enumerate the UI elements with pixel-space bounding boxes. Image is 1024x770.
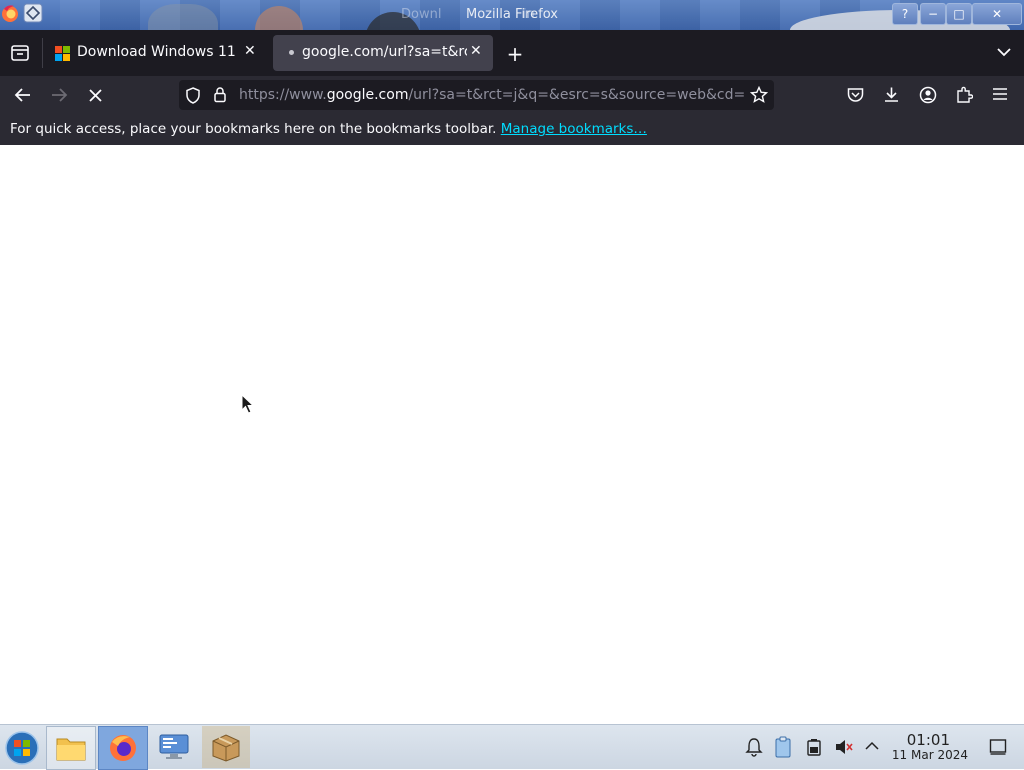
package-archive-icon [212,734,240,762]
taskbar-firefox[interactable] [98,726,148,770]
navigation-toolbar: https://www.google.com/url?sa=t&rct=j&q=… [0,76,1024,114]
taskbar-file-manager[interactable] [46,726,96,770]
account-icon[interactable] [919,86,937,104]
maximize-button[interactable]: □ [946,3,972,25]
page-content-area[interactable] [0,145,1024,724]
pocket-icon[interactable] [847,87,864,103]
notification-bell-icon[interactable] [744,737,764,757]
window-title-bar[interactable]: Downl Mozilla Firefox in ? − □ ✕ [0,0,1024,30]
bookmarks-empty-message: For quick access, place your bookmarks h… [10,121,647,137]
padlock-icon[interactable] [213,86,227,103]
minimize-button[interactable]: − [920,3,946,25]
list-all-tabs-icon[interactable] [996,47,1012,57]
bookmark-star-icon[interactable] [750,86,768,104]
volume-muted-icon[interactable] [834,738,854,756]
address-bar[interactable]: https://www.google.com/url?sa=t&rct=j&q=… [179,80,774,110]
stop-loading-icon[interactable] [88,88,103,103]
mouse-pointer-icon [241,394,255,414]
new-tab-button[interactable]: + [505,42,525,66]
hamburger-menu-icon[interactable] [992,87,1008,101]
clipboard-icon[interactable] [774,736,792,758]
close-window-button[interactable]: ✕ [972,3,1022,25]
title-ghost-tail: in [523,7,535,22]
file-manager-icon [56,738,86,761]
firefox-icon [110,735,136,761]
tracking-protection-shield-icon[interactable] [185,87,201,104]
help-button[interactable]: ? [892,3,918,25]
clock-date[interactable]: 11 Mar 2024 [892,748,968,762]
tab-google-redirect[interactable]: google.com/url?sa=t&rct ✕ [273,35,493,71]
extensions-puzzle-icon[interactable] [956,86,973,103]
clock-time[interactable]: 01:01 [907,731,950,749]
bookmarks-hint-text: For quick access, place your bookmarks h… [10,121,497,137]
tab-bar: Download Windows 11 ✕ google.com/url?sa=… [0,30,1024,76]
tab-close-icon[interactable]: ✕ [470,43,482,59]
tab-label: Download Windows 11 [77,44,236,60]
tray-expand-icon[interactable] [864,741,880,751]
taskbar: 01:01 11 Mar 2024 [0,724,1024,770]
taskbar-system-settings[interactable] [150,726,198,768]
tab-download-windows[interactable]: Download Windows 11 ✕ [46,35,270,71]
url-text[interactable]: https://www.google.com/url?sa=t&rct=j&q=… [239,87,744,103]
battery-icon[interactable] [806,738,822,756]
manage-bookmarks-link[interactable]: Manage bookmarks… [501,121,647,137]
firefox-view-icon[interactable] [10,44,30,62]
bookmarks-toolbar: For quick access, place your bookmarks h… [0,114,1024,146]
start-orb-icon[interactable] [4,730,40,766]
tab-label: google.com/url?sa=t&rct [302,44,467,60]
forward-arrow-icon[interactable] [50,87,68,103]
system-settings-icon [159,734,189,759]
back-arrow-icon[interactable] [14,87,32,103]
window-title: Mozilla Firefox [466,7,558,22]
taskbar-package-archive[interactable] [202,726,250,768]
downloads-icon[interactable] [883,86,900,103]
loading-dot-icon [289,50,294,55]
tab-close-icon[interactable]: ✕ [244,43,256,59]
show-desktop-icon[interactable] [989,738,1007,756]
tab-separator [42,38,43,68]
windows-logo-icon [55,46,70,61]
